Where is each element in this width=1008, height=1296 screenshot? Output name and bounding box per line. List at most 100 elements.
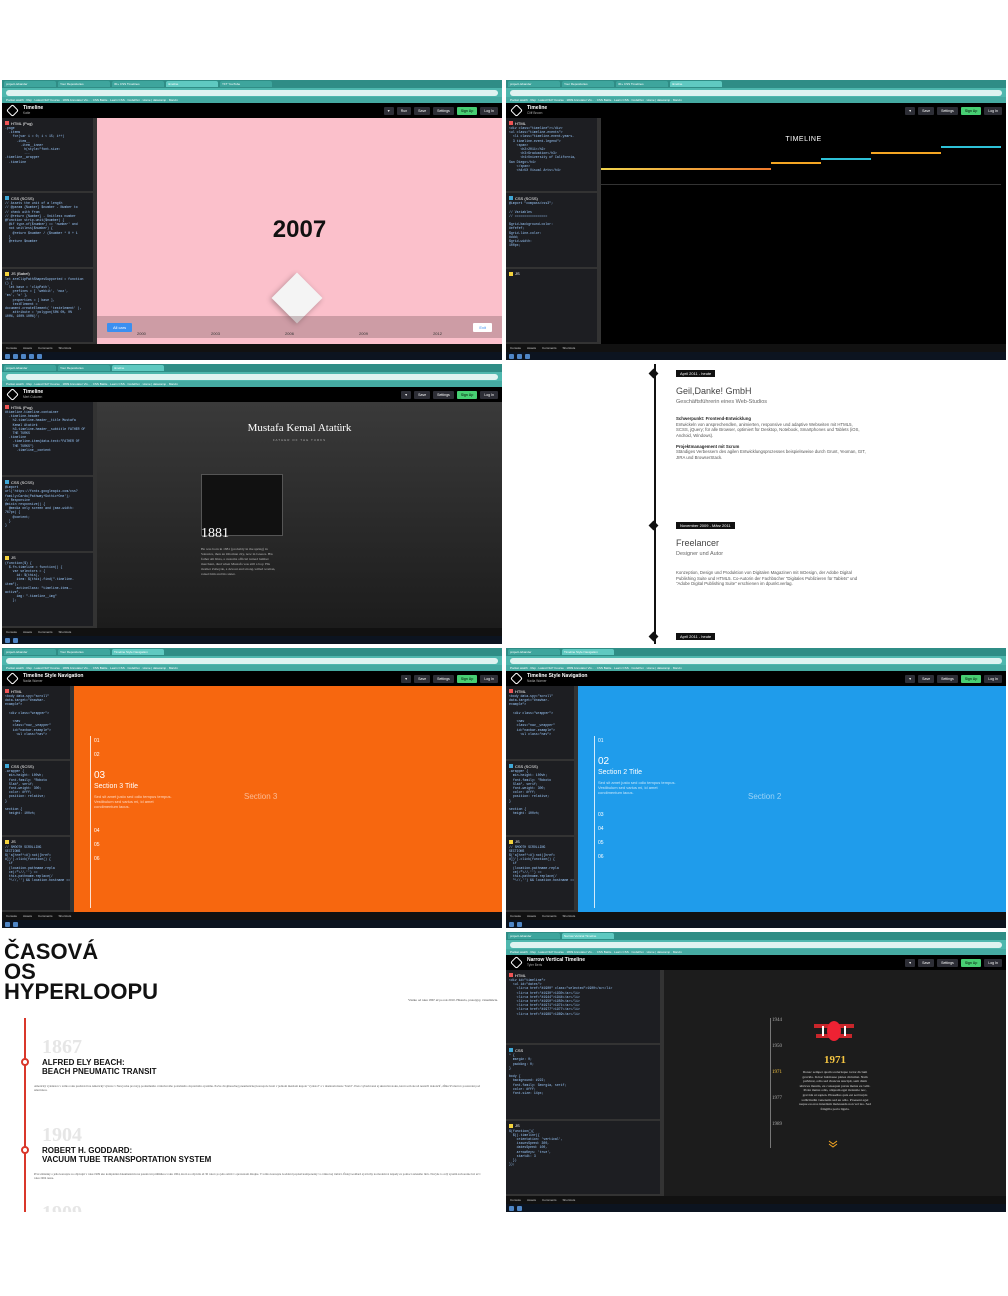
shortcuts-tab[interactable]: Shortcuts bbox=[59, 346, 72, 350]
shortcuts-tab[interactable]: Shortcuts bbox=[563, 914, 576, 918]
all-cars-button[interactable]: All cars bbox=[107, 323, 133, 332]
css-editor[interactable]: CSS (SCSS) .wrapper { min-height: 100vh; … bbox=[506, 761, 574, 837]
html-editor[interactable]: HTML (Pug) #timeline.timeline-container .… bbox=[2, 402, 93, 478]
windows-start-icon[interactable] bbox=[509, 921, 514, 927]
nav-item-02[interactable]: 02 bbox=[94, 752, 100, 758]
nav-item-04[interactable]: 04 bbox=[598, 826, 604, 832]
browser-tab[interactable]: project-isbander bbox=[4, 365, 56, 371]
timeline-year[interactable]: 2000 bbox=[137, 331, 146, 336]
browser-tab[interactable]: timeline bbox=[166, 81, 218, 87]
pen-author[interactable]: Cliff Brown bbox=[527, 111, 547, 115]
comments-tab[interactable]: Comments bbox=[542, 346, 557, 350]
signup-button[interactable]: Sign Up bbox=[456, 106, 478, 115]
browser-tab[interactable]: Timeline Style Navigation bbox=[112, 649, 164, 655]
signup-button[interactable]: Sign Up bbox=[960, 958, 982, 967]
love-button[interactable]: ♥ bbox=[905, 958, 916, 967]
css-editor[interactable]: CSS (SCSS) @import "compass/css3"; // Var… bbox=[506, 193, 597, 269]
browser-tab[interactable]: YFT YouTube bbox=[220, 81, 272, 87]
login-button[interactable]: Log In bbox=[984, 674, 1002, 683]
search-icon[interactable] bbox=[13, 637, 18, 643]
nav-item-04[interactable]: 04 bbox=[94, 828, 100, 834]
signup-button[interactable]: Sign Up bbox=[456, 390, 478, 399]
browser-tab[interactable]: Your Repositories bbox=[58, 81, 110, 87]
settings-button[interactable]: Settings bbox=[433, 674, 454, 683]
console-tab[interactable]: Console bbox=[510, 914, 521, 918]
console-tab[interactable]: Console bbox=[6, 630, 17, 634]
codepen-logo-icon[interactable] bbox=[6, 672, 19, 685]
exit-button[interactable]: Exit bbox=[473, 323, 492, 332]
login-button[interactable]: Log In bbox=[480, 674, 498, 683]
url-field[interactable] bbox=[6, 657, 498, 664]
save-button[interactable]: Save bbox=[414, 390, 431, 399]
comments-tab[interactable]: Comments bbox=[38, 914, 53, 918]
settings-button[interactable]: Settings bbox=[937, 106, 958, 115]
js-editor[interactable]: JS (Babel) let areClipPathShapesSupported… bbox=[2, 269, 93, 344]
browser-tab[interactable]: Your Repositories bbox=[562, 81, 614, 87]
html-editor[interactable]: HTML <body data-spy="scroll" data-target=… bbox=[506, 686, 574, 762]
login-button[interactable]: Log In bbox=[984, 106, 1002, 115]
comments-tab[interactable]: Comments bbox=[542, 1198, 557, 1202]
nav-item-03-active[interactable]: 03 bbox=[94, 770, 105, 781]
love-button[interactable]: ♥ bbox=[905, 106, 916, 115]
url-field[interactable] bbox=[6, 373, 498, 380]
nav-item-03[interactable]: 03 bbox=[598, 812, 604, 818]
save-button[interactable]: Save bbox=[918, 674, 935, 683]
love-button[interactable]: ♥ bbox=[401, 674, 412, 683]
url-field[interactable] bbox=[510, 657, 1002, 664]
browser-tab[interactable]: timeline bbox=[670, 81, 722, 87]
love-button[interactable]: ♥ bbox=[905, 674, 916, 683]
url-field[interactable] bbox=[510, 89, 1002, 96]
search-icon[interactable] bbox=[517, 353, 522, 359]
js-editor[interactable]: JS bbox=[506, 269, 597, 344]
windows-start-icon[interactable] bbox=[509, 353, 514, 359]
signup-button[interactable]: Sign Up bbox=[960, 674, 982, 683]
html-editor[interactable]: HTML (Pug) .page .items for(var i = 0; i … bbox=[2, 118, 93, 194]
codepen-logo-icon[interactable] bbox=[6, 104, 19, 117]
codepen-logo-icon[interactable] bbox=[510, 104, 523, 117]
console-tab[interactable]: Console bbox=[510, 1198, 521, 1202]
love-button[interactable]: ♥ bbox=[383, 106, 394, 115]
browser-tab[interactable]: project-isbander bbox=[4, 81, 56, 87]
year-link[interactable]: 1977 bbox=[772, 1096, 782, 1101]
shortcuts-tab[interactable]: Shortcuts bbox=[563, 346, 576, 350]
signup-button[interactable]: Sign Up bbox=[456, 674, 478, 683]
settings-button[interactable]: Settings bbox=[937, 674, 958, 683]
year-link[interactable]: 1944 bbox=[772, 1018, 782, 1023]
js-editor[interactable]: JS// SMOOTH SCROLLING SECTIONS $('a[href… bbox=[2, 837, 70, 912]
chevron-down-icon[interactable] bbox=[828, 1140, 838, 1148]
browser-tab[interactable]: 30+ CSS Timelines bbox=[112, 81, 164, 87]
browser-tab[interactable]: project-isbander bbox=[508, 81, 560, 87]
signup-button[interactable]: Sign Up bbox=[960, 106, 982, 115]
settings-button[interactable]: Settings bbox=[433, 106, 454, 115]
console-tab[interactable]: Console bbox=[6, 346, 17, 350]
search-icon[interactable] bbox=[517, 921, 522, 927]
assets-tab[interactable]: Assets bbox=[527, 346, 536, 350]
settings-button[interactable]: Settings bbox=[937, 958, 958, 967]
console-tab[interactable]: Console bbox=[6, 914, 17, 918]
js-editor[interactable]: JS (function($) { $.fn.timeline = functio… bbox=[2, 553, 93, 628]
browser-tab[interactable]: Your Repositories bbox=[58, 649, 110, 655]
html-editor[interactable]: HTML <body data-spy="scroll" data-target=… bbox=[2, 686, 70, 762]
windows-start-icon[interactable] bbox=[5, 637, 10, 643]
url-field[interactable] bbox=[6, 89, 498, 96]
css-editor[interactable]: CSS (SCSS) @import url('https://fonts.goo… bbox=[2, 477, 93, 553]
timeline-year[interactable]: 2009 bbox=[359, 331, 368, 336]
url-field[interactable] bbox=[510, 941, 1002, 948]
search-icon[interactable] bbox=[13, 353, 18, 359]
pen-author[interactable]: Nadia Warner bbox=[23, 679, 83, 683]
save-button[interactable]: Save bbox=[414, 106, 431, 115]
browser-tab[interactable]: project-isbander bbox=[4, 649, 56, 655]
html-editor[interactable]: HTML <div id="timeline"> <ul id="dates"> … bbox=[506, 970, 660, 1046]
nav-item-01[interactable]: 01 bbox=[598, 738, 604, 744]
browser-tab[interactable]: project-isbander bbox=[508, 933, 560, 939]
assets-tab[interactable]: Assets bbox=[23, 914, 32, 918]
search-icon[interactable] bbox=[517, 1205, 522, 1211]
css-editor[interactable]: CSS (SCSS)// Assets the unit of a length… bbox=[2, 193, 93, 269]
year-link[interactable]: 1989 bbox=[772, 1122, 782, 1127]
nav-item-02-active[interactable]: 02 bbox=[598, 756, 609, 767]
js-editor[interactable]: JS// SMOOTH SCROLLING SECTIONS $('a[href… bbox=[506, 837, 574, 912]
folder-icon[interactable] bbox=[21, 353, 26, 359]
nav-item-01[interactable]: 01 bbox=[94, 738, 100, 744]
codepen-logo-icon[interactable] bbox=[510, 672, 523, 685]
comments-tab[interactable]: Comments bbox=[38, 630, 53, 634]
